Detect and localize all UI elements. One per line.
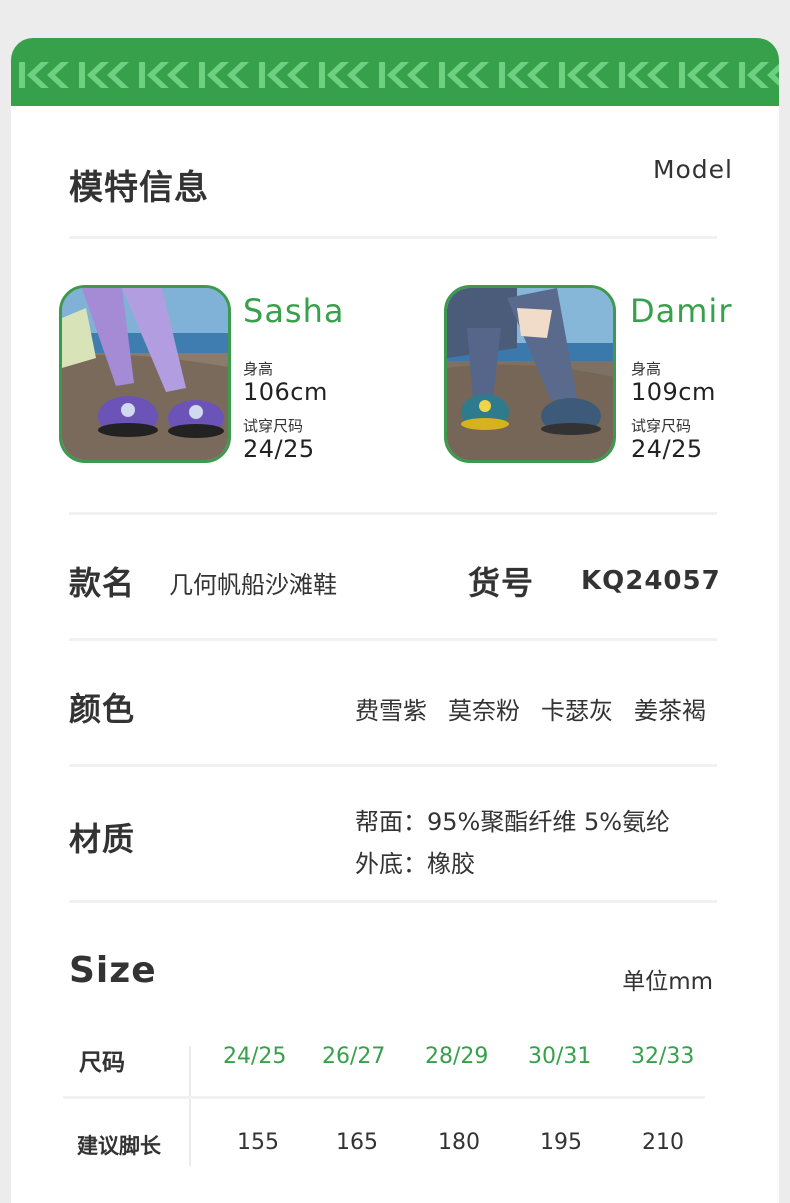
- color-option: 莫奈粉: [448, 697, 520, 725]
- model-section-title: 模特信息: [69, 168, 209, 208]
- size-row-label: 尺码: [79, 1050, 125, 1076]
- spec-card: 模特信息 Model Sasha 身高 106cm 试穿尺码 24/25 Dam…: [11, 38, 779, 1203]
- height-label: 身高: [631, 360, 662, 378]
- height-label: 身高: [243, 360, 274, 378]
- material-sole: 外底：橡胶: [355, 850, 475, 878]
- height-value: 106cm: [243, 378, 328, 406]
- divider: [69, 900, 717, 903]
- divider: [69, 764, 717, 767]
- model-name: Sasha: [243, 292, 345, 330]
- size-header: 30/31: [528, 1044, 592, 1069]
- size-header: 26/27: [322, 1044, 386, 1069]
- length-cell: 195: [540, 1130, 582, 1155]
- divider: [69, 638, 717, 641]
- product-name: 几何帆船沙滩鞋: [169, 571, 337, 599]
- material-label: 材质: [69, 820, 136, 858]
- size-header: 24/25: [223, 1044, 287, 1069]
- size-label: 试穿尺码: [243, 417, 304, 435]
- length-row-label: 建议脚长: [77, 1134, 161, 1158]
- size-header: 28/29: [425, 1044, 489, 1069]
- colors-label: 颜色: [69, 690, 136, 728]
- sku-label: 货号: [468, 564, 535, 602]
- length-cell: 165: [336, 1130, 378, 1155]
- size-label: 试穿尺码: [631, 417, 692, 435]
- divider: [69, 512, 717, 515]
- size-unit: 单位mm: [622, 969, 713, 995]
- color-option: 卡瑟灰: [541, 697, 613, 725]
- height-value: 109cm: [631, 378, 716, 406]
- color-option: 姜茶褐: [634, 697, 706, 725]
- divider: [69, 236, 717, 239]
- size-value: 24/25: [243, 435, 315, 463]
- model-section-title-en: Model: [652, 155, 733, 184]
- model-photo-damir: [444, 285, 616, 463]
- model-photo-illustration: [447, 288, 613, 460]
- table-row-divider: [63, 1096, 705, 1099]
- size-header: 32/33: [631, 1044, 695, 1069]
- material-upper: 帮面：95%聚酯纤维 5%氨纶: [355, 808, 671, 836]
- model-photo-illustration: [62, 288, 228, 460]
- table-column-divider: [189, 1046, 191, 1166]
- model-photo-sasha: [59, 285, 231, 463]
- chevron-pattern: [19, 62, 779, 88]
- sku-value: KQ24057: [581, 566, 721, 596]
- length-cell: 210: [642, 1130, 684, 1155]
- size-value: 24/25: [631, 435, 703, 463]
- length-cell: 180: [438, 1130, 480, 1155]
- length-cell: 155: [237, 1130, 279, 1155]
- product-name-label: 款名: [69, 564, 136, 602]
- model-name: Damir: [630, 292, 733, 330]
- header-band: [11, 38, 779, 106]
- color-option: 费雪紫: [355, 697, 427, 725]
- size-section-title: Size: [69, 950, 157, 991]
